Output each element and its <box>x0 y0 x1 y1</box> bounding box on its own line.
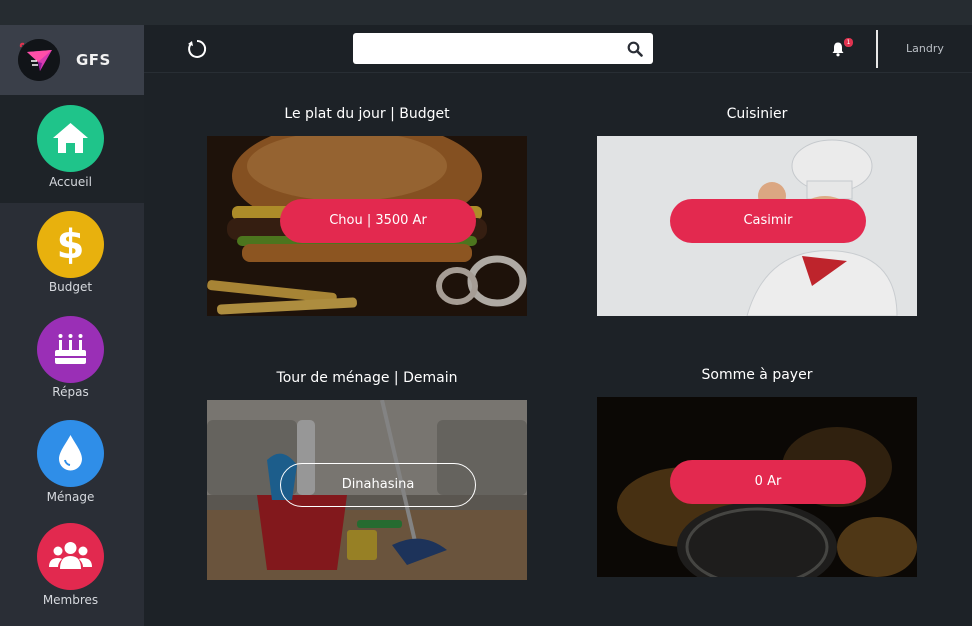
somme-button[interactable]: 0 Ar <box>670 460 866 504</box>
user-name[interactable]: Landry <box>906 42 944 55</box>
card-plat: Chou | 3500 Ar <box>207 136 527 316</box>
drop-icon <box>37 420 104 487</box>
card-title-plat: Le plat du jour | Budget <box>284 106 450 122</box>
menage-button[interactable]: Dinahasina <box>280 463 476 507</box>
sidebar-item-label: Membres <box>42 593 99 607</box>
notification-badge: 1 <box>844 38 853 47</box>
sidebar-item-repas[interactable]: Répas <box>0 316 144 416</box>
card-cuisinier: Casimir <box>597 136 917 316</box>
search-icon[interactable] <box>627 41 643 57</box>
card-title-somme: Somme à payer <box>701 367 813 383</box>
card-somme: 0 Ar <box>597 397 917 577</box>
paper-plane-logo-icon <box>18 39 60 81</box>
dollar-icon: $ <box>37 211 104 278</box>
plat-button[interactable]: Chou | 3500 Ar <box>280 199 476 243</box>
sidebar-item-label: Répas <box>52 385 89 399</box>
cake-icon <box>37 316 104 383</box>
sidebar-item-label: Accueil <box>49 175 92 189</box>
refresh-icon[interactable] <box>186 38 208 60</box>
cuisinier-button[interactable]: Casimir <box>670 199 866 243</box>
search-bar <box>353 33 653 64</box>
sidebar-item-budget[interactable]: $ Budget <box>0 211 144 311</box>
brand-name: GFS <box>76 51 111 69</box>
sidebar: GFS Accueil $ Budget Répas Ménage Membre… <box>0 25 144 626</box>
sidebar-item-label: Budget <box>48 280 93 294</box>
users-icon <box>37 523 104 590</box>
home-icon <box>37 105 104 172</box>
sidebar-item-menage[interactable]: Ménage <box>0 420 144 520</box>
card-title-cuisinier: Cuisinier <box>726 106 788 122</box>
search-input[interactable] <box>353 33 618 64</box>
sidebar-item-membres[interactable]: Membres <box>0 523 144 626</box>
card-title-menage: Tour de ménage | Demain <box>276 370 458 386</box>
svg-text:$: $ <box>57 222 85 268</box>
header-divider <box>876 30 878 68</box>
top-strip <box>0 0 972 25</box>
sidebar-item-label: Ménage <box>46 490 95 504</box>
card-menage: Dinahasina <box>207 400 527 580</box>
top-header: 1 Landry <box>144 25 972 73</box>
sidebar-item-accueil[interactable]: Accueil <box>0 95 144 203</box>
brand[interactable]: GFS <box>0 25 144 95</box>
